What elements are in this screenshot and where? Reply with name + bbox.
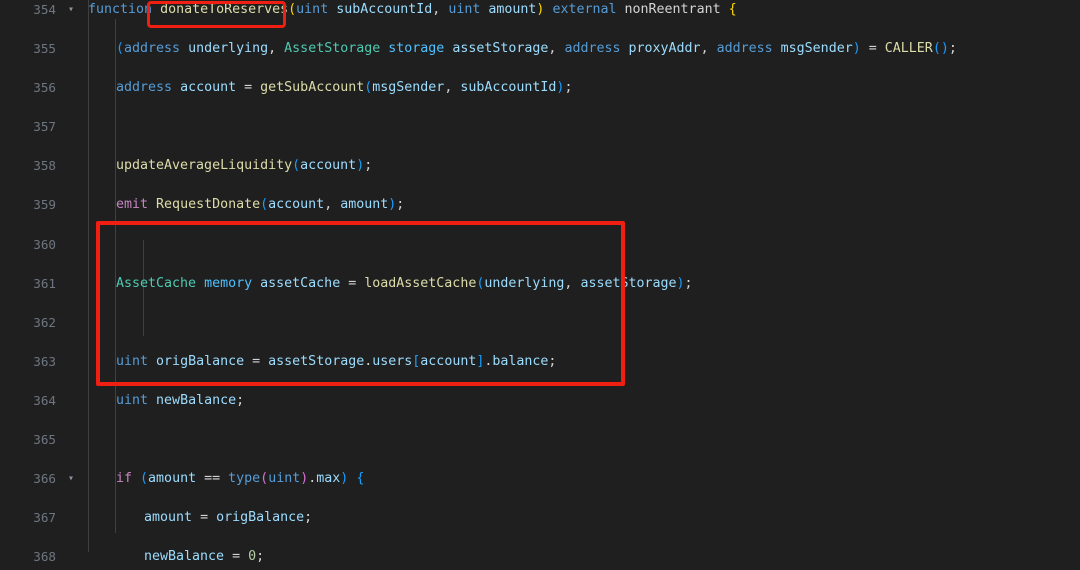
code-line-366[interactable]: 366 ▾ if (amount == type(uint).max) { [0,469,1080,489]
code-line-361[interactable]: 361 AssetCache memory assetCache = loadA… [0,274,1080,294]
code-line-359[interactable]: 359 emit RequestDonate(account, amount); [0,195,1080,215]
line-content: emit RequestDonate(account, amount); [116,195,404,215]
code-line-364[interactable]: 364 uint newBalance; [0,391,1080,411]
code-line-367[interactable]: 367 amount = origBalance; [0,508,1080,528]
line-content: AssetCache memory assetCache = loadAsset… [116,274,693,294]
code-line-354[interactable]: 354 ▾ function donateToReserves(uint sub… [0,0,1080,20]
line-number[interactable]: 357 [0,117,62,137]
code-line-357[interactable]: 357 [0,117,1080,137]
line-content: updateAverageLiquidity(account); [116,156,372,176]
line-number[interactable]: 360 [0,235,62,255]
line-content: uint origBalance = assetStorage.users[ac… [116,352,556,372]
code-line-355[interactable]: 355 (address underlying, AssetStorage st… [0,39,1080,59]
line-number[interactable]: 359 [0,195,62,215]
code-line-363[interactable]: 363 uint origBalance = assetStorage.user… [0,352,1080,372]
line-number[interactable]: 365 [0,430,62,450]
code-editor[interactable]: 354 ▾ function donateToReserves(uint sub… [0,0,1080,570]
code-line-365[interactable]: 365 [0,430,1080,450]
line-content: amount = origBalance; [144,508,312,528]
line-content: newBalance = 0; [144,547,264,567]
code-line-360[interactable]: 360 [0,235,1080,255]
line-number[interactable]: 363 [0,352,62,372]
line-content: uint newBalance; [116,391,244,411]
line-number[interactable]: 354 [0,0,62,20]
line-number[interactable]: 368 [0,547,62,567]
line-content: if (amount == type(uint).max) { [116,469,364,489]
line-number[interactable]: 362 [0,313,62,333]
line-number[interactable]: 366 [0,469,62,489]
line-number[interactable]: 358 [0,156,62,176]
code-line-362[interactable]: 362 [0,313,1080,333]
line-content: function donateToReserves(uint subAccoun… [88,0,737,20]
code-line-368[interactable]: 368 newBalance = 0; [0,547,1080,567]
line-number[interactable]: 355 [0,39,62,59]
chevron-down-icon[interactable]: ▾ [64,0,78,20]
line-content: (address underlying, AssetStorage storag… [116,39,957,59]
line-content: address account = getSubAccount(msgSende… [116,78,572,98]
line-number[interactable]: 367 [0,508,62,528]
line-number[interactable]: 364 [0,391,62,411]
code-lines: 354 ▾ function donateToReserves(uint sub… [0,0,1080,567]
code-line-358[interactable]: 358 updateAverageLiquidity(account); [0,156,1080,176]
code-line-356[interactable]: 356 address account = getSubAccount(msgS… [0,78,1080,98]
line-number[interactable]: 356 [0,78,62,98]
line-number[interactable]: 361 [0,274,62,294]
chevron-down-icon[interactable]: ▾ [64,469,78,489]
